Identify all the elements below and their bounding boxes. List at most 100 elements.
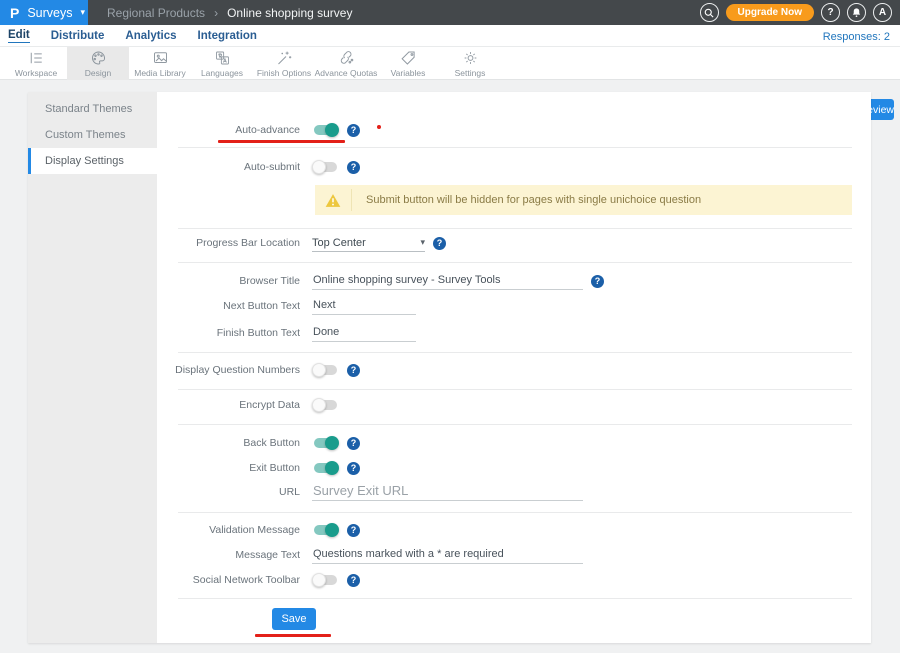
back-button-label: Back Button xyxy=(28,437,300,449)
auto-submit-help-icon[interactable]: ? xyxy=(347,161,360,174)
account-avatar[interactable]: A xyxy=(873,3,892,22)
toolbar-item-languages[interactable]: Languages xyxy=(191,47,253,80)
progress-bar-location-value: Top Center xyxy=(312,237,366,249)
toolbar-item-label: Languages xyxy=(201,68,243,78)
tab-edit[interactable]: Edit xyxy=(8,29,30,43)
design-toolbar: Workspace Design Media Library Languages… xyxy=(0,47,900,80)
breadcrumb-separator: › xyxy=(214,6,218,20)
divider xyxy=(178,424,852,425)
questionpro-logo-icon: P xyxy=(10,5,19,21)
toolbar-item-settings[interactable]: Settings xyxy=(439,47,501,80)
settings-icon xyxy=(461,49,480,67)
browser-title-help-icon[interactable]: ? xyxy=(591,275,604,288)
divider xyxy=(178,512,852,513)
sidebar-item-standard-themes[interactable]: Standard Themes xyxy=(28,96,157,122)
divider xyxy=(178,598,852,599)
display-question-numbers-toggle[interactable] xyxy=(312,363,339,377)
progress-bar-location-select[interactable]: Top Center ▾ xyxy=(312,235,425,252)
social-network-toolbar-toggle[interactable] xyxy=(312,573,339,587)
browser-title-label: Browser Title xyxy=(28,275,300,287)
toolbar-item-variables[interactable]: Variables xyxy=(377,47,439,80)
validation-message-toggle[interactable] xyxy=(312,523,339,537)
toolbar-items: Workspace Design Media Library Languages… xyxy=(5,47,501,80)
message-text-label: Message Text xyxy=(28,549,300,561)
back-button-row: Back Button ? xyxy=(28,433,871,453)
toolbar-item-label: Media Library xyxy=(134,68,186,78)
display-question-numbers-help-icon[interactable]: ? xyxy=(347,364,360,377)
message-text-row: Message Text xyxy=(28,545,871,565)
encrypt-data-label: Encrypt Data xyxy=(28,399,300,411)
save-button[interactable]: Save xyxy=(272,608,316,630)
social-network-toolbar-row: Social Network Toolbar ? xyxy=(28,570,871,590)
auto-submit-row: Auto-submit ? xyxy=(28,157,871,177)
finish-button-text-row: Finish Button Text xyxy=(28,323,871,343)
search-icon xyxy=(703,7,715,19)
tab-distribute[interactable]: Distribute xyxy=(51,30,105,42)
chevron-down-icon: ▾ xyxy=(420,237,425,248)
toolbar-item-finish-options[interactable]: Finish Options xyxy=(253,47,315,80)
exit-button-row: Exit Button ? xyxy=(28,458,871,478)
progress-bar-location-row: Progress Bar Location Top Center ▾ ? xyxy=(28,233,871,253)
next-button-text-row: Next Button Text xyxy=(28,296,871,316)
message-text-input[interactable] xyxy=(312,547,583,564)
toolbar-item-label: Workspace xyxy=(15,68,57,78)
auto-advance-row: Auto-advance ? xyxy=(28,120,871,140)
toolbar-item-media-library[interactable]: Media Library xyxy=(129,47,191,80)
browser-title-input[interactable] xyxy=(312,273,583,290)
toolbar-item-label: Design xyxy=(85,68,111,78)
responses-count-link[interactable]: Responses: 2 xyxy=(823,31,890,43)
next-button-text-label: Next Button Text xyxy=(28,300,300,312)
toolbar-item-workspace[interactable]: Workspace xyxy=(5,47,67,80)
divider xyxy=(178,228,852,229)
auto-submit-label: Auto-submit xyxy=(28,161,300,173)
exit-button-label: Exit Button xyxy=(28,462,300,474)
breadcrumb-current: Online shopping survey xyxy=(227,6,352,20)
workspace-icon xyxy=(27,49,46,67)
auto-advance-toggle[interactable] xyxy=(312,123,339,137)
chevron-down-icon: ▾ xyxy=(81,7,86,18)
next-button-text-input[interactable] xyxy=(312,298,416,315)
exit-url-input[interactable] xyxy=(312,484,583,501)
toolbar-item-label: Settings xyxy=(455,68,486,78)
browser-title-row: Browser Title ? xyxy=(28,271,871,291)
languages-icon xyxy=(213,49,232,67)
warning-triangle-icon xyxy=(315,189,352,211)
social-network-toolbar-help-icon[interactable]: ? xyxy=(347,574,360,587)
toolbar-item-design[interactable]: Design xyxy=(67,47,129,80)
encrypt-data-row: Encrypt Data xyxy=(28,395,871,415)
validation-message-help-icon[interactable]: ? xyxy=(347,524,360,537)
social-network-toolbar-label: Social Network Toolbar xyxy=(28,574,300,586)
surveys-menu-label: Surveys xyxy=(27,6,72,20)
breadcrumb: Regional Products › Online shopping surv… xyxy=(107,0,352,25)
back-button-toggle[interactable] xyxy=(312,436,339,450)
exit-url-row: URL xyxy=(28,482,871,502)
notifications-button[interactable] xyxy=(847,3,866,22)
help-menu-button[interactable]: ? xyxy=(821,3,840,22)
surveys-menu[interactable]: P Surveys ▾ xyxy=(0,0,88,25)
tab-integration[interactable]: Integration xyxy=(198,30,257,42)
finish-button-text-input[interactable] xyxy=(312,325,416,342)
toolbar-item-label: Finish Options xyxy=(257,68,311,78)
validation-message-row: Validation Message ? xyxy=(28,520,871,540)
progress-bar-help-icon[interactable]: ? xyxy=(433,237,446,250)
survey-nav: Edit Distribute Analytics Integration xyxy=(0,25,900,47)
toolbar-item-label: Advance Quotas xyxy=(315,68,378,78)
auto-submit-toggle[interactable] xyxy=(312,160,339,174)
finish-button-text-label: Finish Button Text xyxy=(28,327,300,339)
toolbar-item-advance-quotas[interactable]: Advance Quotas xyxy=(315,47,377,80)
exit-button-help-icon[interactable]: ? xyxy=(347,462,360,475)
exit-button-toggle[interactable] xyxy=(312,461,339,475)
upgrade-now-button[interactable]: Upgrade Now xyxy=(726,4,814,21)
tab-analytics[interactable]: Analytics xyxy=(125,30,176,42)
divider xyxy=(178,262,852,263)
encrypt-data-toggle[interactable] xyxy=(312,398,339,412)
design-icon xyxy=(89,49,108,67)
advance-quotas-icon xyxy=(337,49,356,67)
search-button[interactable] xyxy=(700,3,719,22)
breadcrumb-parent[interactable]: Regional Products xyxy=(107,6,205,20)
toolbar-item-label: Variables xyxy=(391,68,426,78)
back-button-help-icon[interactable]: ? xyxy=(347,437,360,450)
annotation-underline-auto-advance xyxy=(218,140,345,143)
topbar-actions: Upgrade Now ? A xyxy=(700,0,892,25)
auto-advance-help-icon[interactable]: ? xyxy=(347,124,360,137)
